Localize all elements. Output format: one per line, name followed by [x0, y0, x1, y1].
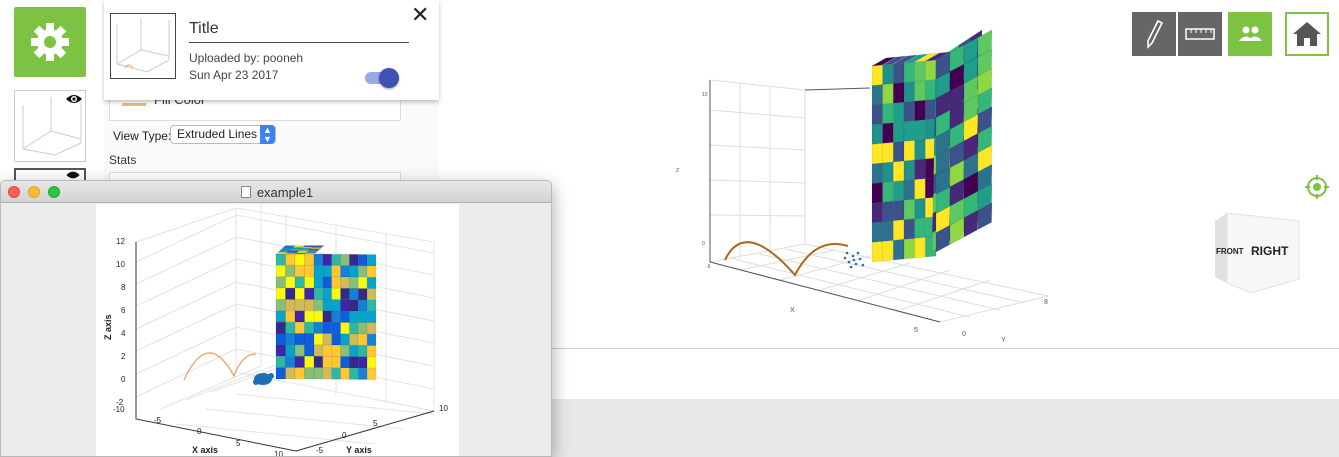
view-cube[interactable]: FRONT RIGHT	[1213, 212, 1301, 294]
cube-front-label: FRONT	[1216, 247, 1244, 256]
y-tick: 0	[342, 431, 347, 440]
fill-color-swatch	[122, 103, 146, 106]
figure-window[interactable]: example1 12 10 8 6 4 2 0 -2 -10 -5 0 5 1…	[0, 180, 552, 457]
stats-heading: Stats	[109, 153, 137, 167]
y-tick: 5	[373, 419, 378, 428]
window-title-text: example1	[256, 185, 314, 200]
z-tick: 0	[121, 375, 126, 384]
chevron-updown-icon: ▲ ▼	[260, 125, 275, 144]
draw-button[interactable]	[1132, 12, 1176, 56]
z-tick: 2	[121, 352, 126, 361]
view-type-label: View Type:	[113, 129, 172, 143]
matlab-plot: 12 10 8 6 4 2 0 -2 -10 -5 0 5 10 -5 0 5 …	[103, 204, 448, 457]
scatter-cluster	[253, 373, 274, 385]
eye-icon[interactable]	[65, 93, 83, 105]
3d-viewer[interactable]: 10 Z 0 -5 X 5 0 Y 8	[440, 0, 1339, 348]
viridis-box	[871, 29, 993, 263]
view-type-select[interactable]: Extruded Lines ▲ ▼	[170, 125, 276, 144]
thumbnail-plot	[116, 18, 170, 73]
z-tick: 12	[116, 237, 125, 246]
settings-button[interactable]	[14, 7, 86, 77]
view-cube-shape: FRONT RIGHT	[1215, 212, 1300, 294]
details-panel: Fill Color Title Uploaded by: pooneh Sun…	[104, 0, 439, 192]
uploaded-by: Uploaded by: pooneh	[189, 51, 304, 65]
x-axis-label: X	[790, 307, 795, 314]
z-tick: 10	[702, 92, 708, 98]
z-tick: 8	[121, 283, 126, 292]
document-icon	[240, 186, 251, 198]
view-thumbnail[interactable]	[14, 90, 86, 162]
window-title: example1	[1, 185, 551, 200]
x-tick: -5	[154, 416, 162, 425]
x-tick: 5	[914, 327, 918, 334]
plot-thumbnail	[110, 13, 176, 79]
gear-icon	[31, 23, 69, 61]
visibility-toggle[interactable]	[365, 68, 399, 88]
eye-icon[interactable]	[64, 170, 82, 180]
measure-button[interactable]	[1178, 12, 1222, 56]
view-type-value: Extruded Lines	[177, 127, 258, 141]
cube-right-label: RIGHT	[1251, 244, 1289, 258]
y-tick: -5	[316, 446, 324, 455]
colored-cube-stack	[274, 245, 377, 381]
z-tick: 4	[121, 329, 126, 338]
home-button[interactable]	[1285, 12, 1329, 56]
x-tick: -5	[706, 264, 711, 270]
z-tick: 6	[121, 306, 126, 315]
x-tick: -10	[113, 405, 125, 414]
z-tick: 0	[702, 241, 705, 247]
z-axis-label: Z axis	[103, 314, 113, 340]
x-tick: 0	[197, 427, 202, 436]
title-underline	[189, 42, 409, 43]
x-axis-label: X axis	[192, 445, 218, 455]
pen-icon	[1147, 19, 1164, 49]
y-tick: 0	[962, 331, 966, 338]
x-tick: 5	[236, 439, 241, 448]
upload-date: Sun Apr 23 2017	[189, 68, 279, 82]
plot-title-input[interactable]: Title	[189, 20, 219, 38]
y-axis-label: Y	[1001, 337, 1006, 344]
matlab-figure[interactable]: 12 10 8 6 4 2 0 -2 -10 -5 0 5 10 -5 0 5 …	[96, 204, 459, 457]
orange-arc-series	[183, 352, 257, 381]
plot-header-card: Title Uploaded by: pooneh Sun Apr 23 201…	[104, 0, 439, 100]
y-tick: 8	[1044, 299, 1048, 306]
users-icon	[1239, 26, 1262, 41]
ruler-icon	[1185, 28, 1215, 40]
x-tick: 10	[274, 450, 283, 457]
z-tick: 10	[116, 260, 125, 269]
close-icon[interactable]: ✕	[411, 4, 429, 26]
z-axis-label: Z	[676, 168, 679, 174]
viewer-footer	[440, 348, 1339, 400]
home-icon	[1293, 22, 1321, 46]
window-titlebar[interactable]: example1	[1, 181, 551, 203]
share-button[interactable]	[1228, 12, 1272, 56]
target-icon[interactable]	[1304, 174, 1330, 200]
y-tick: 10	[439, 404, 448, 413]
y-axis-label: Y axis	[346, 445, 372, 455]
